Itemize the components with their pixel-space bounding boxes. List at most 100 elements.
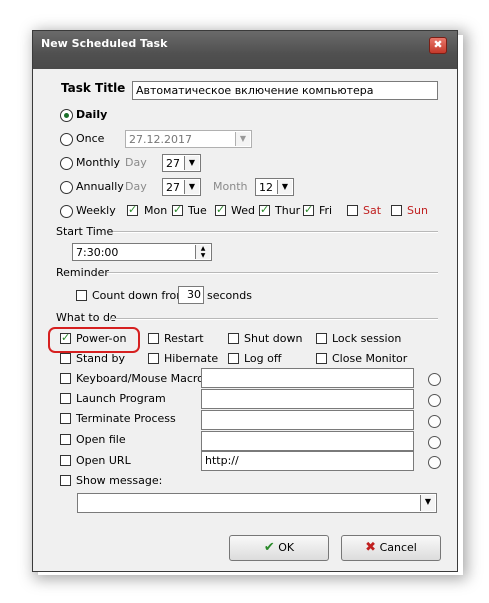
open-file-browse-button[interactable] [428,436,441,449]
power-on-checkbox[interactable] [60,331,71,344]
weekday-label-tue: Tue [188,204,207,217]
reminder-label: Reminder [56,266,109,279]
close-monitor-checkbox[interactable] [316,353,327,364]
weekday-checkbox-fri[interactable] [303,203,314,216]
count-down-label: Count down from [92,289,187,302]
shut-down-checkbox[interactable] [228,333,239,344]
stand-by-label: Stand by [76,352,125,365]
window-title: New Scheduled Task [41,37,168,50]
weekday-label-sun: Sun [407,204,428,217]
daily-label: Daily [76,108,108,121]
lock-session-checkbox[interactable] [316,333,327,344]
weekday-label-fri: Fri [319,204,333,217]
open-url-checkbox[interactable] [60,455,71,466]
dialog-body: Task Title Автоматическое включение комп… [33,69,457,571]
weekday-checkbox-wed[interactable] [215,203,226,216]
close-monitor-label: Close Monitor [332,352,408,365]
show-message-label: Show message: [76,474,163,487]
launch-program-label: Launch Program [76,392,166,405]
show-message-checkbox[interactable] [60,475,71,486]
keyboard-macro-checkbox[interactable] [60,373,71,384]
weekday-checkbox-tue[interactable] [172,203,183,216]
ok-button[interactable]: ✔ OK [229,535,329,561]
open-file-checkbox[interactable] [60,434,71,445]
annually-radio[interactable] [60,181,73,194]
weekday-label-thur: Thur [275,204,301,217]
chevron-down-icon: ▼ [420,495,435,511]
start-time-value: 7:30:00 [76,246,119,259]
annually-day-value: 27 [166,181,180,194]
launch-program-input[interactable] [201,389,414,409]
chevron-down-icon: ▼ [277,180,292,194]
open-url-browse-button[interactable] [428,456,441,469]
chevron-down-icon: ▼ [184,180,199,194]
show-message-select[interactable]: ▼ [77,493,437,513]
cancel-label: Cancel [379,541,417,554]
start-time-spinner[interactable]: 7:30:00 ▲ ▼ [72,243,212,261]
annually-day-select[interactable]: 27 ▼ [162,178,201,196]
terminate-process-checkbox[interactable] [60,413,71,424]
start-time-divider [113,231,438,233]
terminate-process-input[interactable] [201,410,414,430]
open-file-input[interactable] [201,431,414,451]
count-down-seconds-input[interactable]: 30 [178,286,204,304]
ok-label: OK [278,541,295,554]
task-title-label: Task Title [61,81,126,95]
chevron-down-icon: ▼ [235,132,250,146]
once-radio[interactable] [60,133,73,146]
restart-checkbox[interactable] [148,333,159,344]
count-down-checkbox[interactable] [76,290,87,301]
cross-icon: ✖ [365,540,377,555]
daily-radio[interactable] [60,109,73,122]
launch-program-checkbox[interactable] [60,393,71,404]
start-time-label: Start Time [56,225,114,238]
annually-month-value: 12 [259,181,273,194]
title-bar[interactable]: New Scheduled Task ✖ [33,31,457,69]
power-on-label: Power-on [76,332,127,345]
log-off-label: Log off [244,352,282,365]
weekly-radio[interactable] [60,205,73,218]
once-date-picker[interactable]: 27.12.2017 ▼ [125,130,252,148]
monthly-day-value: 27 [166,157,180,170]
once-label: Once [76,132,105,145]
stand-by-checkbox[interactable] [60,353,71,364]
monthly-day-label: Day [125,156,147,169]
weekday-label-sat: Sat [363,204,382,217]
weekday-label-wed: Wed [231,204,255,217]
weekday-label-mon: Mon [144,204,168,217]
weekday-checkbox-mon[interactable] [127,203,138,216]
annually-month-select[interactable]: 12 ▼ [255,178,294,196]
keyboard-macro-label: Keyboard/Mouse Macro [76,372,204,385]
log-off-checkbox[interactable] [228,353,239,364]
open-url-label: Open URL [76,454,131,467]
checkmark-icon: ✔ [263,540,275,555]
cancel-button[interactable]: ✖ Cancel [341,535,441,561]
chevron-down-icon: ▼ [184,156,199,170]
monthly-radio[interactable] [60,157,73,170]
weekday-checkbox-sat[interactable] [347,205,358,216]
keyboard-macro-input[interactable] [201,368,414,388]
spinner-arrows-icon[interactable]: ▲ ▼ [195,245,210,259]
launch-program-browse-button[interactable] [428,394,441,407]
open-url-input[interactable]: http:// [201,451,414,471]
annually-month-label: Month [213,180,248,193]
restart-label: Restart [164,332,204,345]
close-icon[interactable]: ✖ [429,37,447,54]
what-to-do-divider [111,318,438,320]
monthly-day-select[interactable]: 27 ▼ [162,154,201,172]
what-to-do-label: What to do [56,311,117,324]
scheduled-task-dialog: New Scheduled Task ✖ Task Title Автомати… [32,30,458,572]
weekday-checkbox-thur[interactable] [259,203,270,216]
hibernate-checkbox[interactable] [148,353,159,364]
annually-day-label: Day [125,180,147,193]
monthly-label: Monthly [76,156,121,169]
keyboard-macro-browse-button[interactable] [428,373,441,386]
lock-session-label: Lock session [332,332,402,345]
open-file-label: Open file [76,433,126,446]
task-title-input[interactable]: Автоматическое включение компьютера [132,81,438,100]
annually-label: Annually [76,180,124,193]
hibernate-label: Hibernate [164,352,219,365]
weekday-checkbox-sun[interactable] [391,205,402,216]
reminder-divider [107,272,438,274]
terminate-process-browse-button[interactable] [428,415,441,428]
